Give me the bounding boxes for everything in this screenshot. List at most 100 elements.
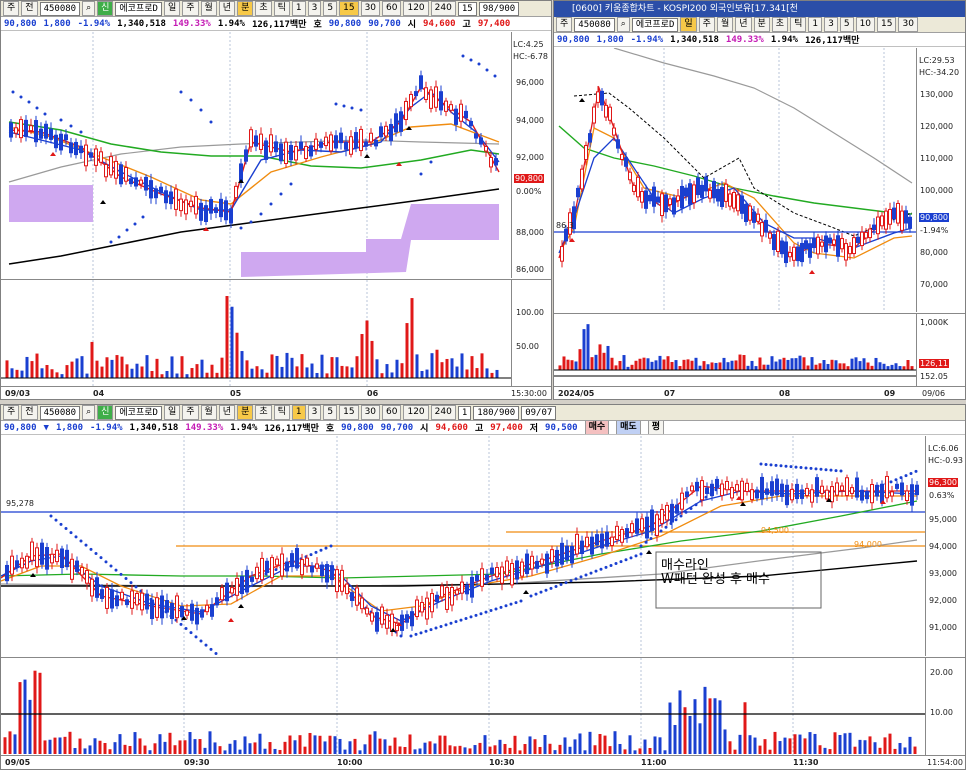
x-label: 09/03: [5, 389, 31, 398]
candle: [600, 90, 604, 106]
candle: [665, 504, 669, 521]
interval-15[interactable]: 15: [339, 1, 359, 16]
candle: [600, 533, 604, 549]
candle: [264, 140, 268, 160]
interval-10[interactable]: 10: [855, 17, 876, 32]
interval-60[interactable]: 60: [382, 1, 402, 16]
tab-day[interactable]: 일: [163, 405, 181, 420]
daily-price-chart[interactable]: [554, 48, 916, 312]
interval-60[interactable]: 60: [382, 405, 402, 420]
tab-second[interactable]: 초: [255, 1, 272, 16]
candle: [850, 487, 854, 494]
interval-3[interactable]: 3: [307, 405, 322, 420]
tab-week[interactable]: 주: [698, 17, 715, 32]
sar-dot: [664, 525, 668, 529]
interval-120[interactable]: 120: [403, 1, 429, 16]
candle: [215, 597, 219, 606]
candle: [680, 185, 684, 209]
interval-5[interactable]: 5: [323, 1, 338, 16]
interval-1[interactable]: 1: [291, 405, 306, 420]
type-button[interactable]: 주: [556, 17, 573, 32]
interval-3[interactable]: 3: [824, 17, 838, 32]
buy-button[interactable]: 매수: [584, 421, 610, 434]
price-chart[interactable]: [1, 32, 511, 278]
intraday-price-chart[interactable]: [1, 436, 925, 656]
x-label: 10:00: [337, 758, 363, 767]
time-label: 15:30:00: [511, 389, 547, 398]
sell-button[interactable]: 매도: [616, 421, 641, 434]
volume-chart[interactable]: [1, 279, 511, 387]
interval-5[interactable]: 5: [839, 17, 854, 32]
tab-week[interactable]: 주: [182, 1, 199, 16]
tab-year[interactable]: 년: [218, 1, 236, 16]
tab-week[interactable]: 주: [182, 405, 199, 420]
tab-year[interactable]: 년: [735, 17, 752, 32]
interval-15[interactable]: 15: [339, 405, 359, 420]
interval-240[interactable]: 240: [430, 1, 456, 16]
count-input[interactable]: 15: [457, 1, 477, 16]
stock-code-input[interactable]: 450080: [39, 405, 81, 420]
tab-year[interactable]: 년: [218, 405, 236, 420]
tab-second[interactable]: 초: [255, 405, 272, 420]
y-label: 92,000: [516, 153, 544, 162]
sin-button[interactable]: 신: [97, 405, 114, 420]
period-button[interactable]: 전: [21, 405, 38, 420]
volume-bar: [654, 360, 658, 370]
candle: [120, 591, 124, 600]
x-label: 11:00: [641, 758, 667, 767]
candle: [359, 128, 363, 152]
candle: [309, 145, 313, 157]
candle: [344, 141, 348, 150]
interval-1[interactable]: 1: [808, 17, 823, 32]
volume-bar: [723, 729, 727, 754]
y-label: 94,000: [516, 116, 544, 125]
volume-bar: [143, 745, 147, 754]
interval-15[interactable]: 15: [877, 17, 897, 32]
candle: [140, 592, 144, 611]
stock-code-input[interactable]: 450080: [39, 1, 81, 16]
tab-month[interactable]: 월: [716, 17, 734, 32]
type-button[interactable]: 주: [3, 405, 20, 420]
tab-day[interactable]: 일: [163, 1, 181, 16]
daily-volume-chart[interactable]: [554, 313, 916, 386]
volume-bar: [208, 731, 212, 754]
tab-day[interactable]: 일: [680, 17, 697, 32]
y-label: 86,000: [516, 265, 544, 274]
count-input[interactable]: 1: [457, 405, 472, 420]
interval-30[interactable]: 30: [360, 1, 381, 16]
candle: [710, 483, 714, 497]
search-icon[interactable]: ⌕: [82, 1, 96, 16]
tab-minute[interactable]: 분: [237, 1, 254, 16]
tab-month[interactable]: 월: [200, 1, 217, 16]
interval-240[interactable]: 240: [430, 405, 456, 420]
stock-code-input[interactable]: 450080: [574, 17, 615, 32]
candle: [469, 120, 473, 127]
volume-bar: [270, 354, 274, 378]
interval-1[interactable]: 1: [291, 1, 306, 16]
tab-tick[interactable]: 틱: [790, 17, 807, 32]
search-icon[interactable]: ⌕: [82, 405, 96, 420]
tab-tick[interactable]: 틱: [273, 1, 290, 16]
intraday-volume-chart[interactable]: [1, 657, 925, 756]
flat-button[interactable]: 평: [647, 421, 664, 434]
type-button[interactable]: 주: [3, 1, 20, 16]
interval-5[interactable]: 5: [323, 405, 338, 420]
tab-second[interactable]: 초: [771, 17, 789, 32]
candle: [160, 595, 164, 619]
volume-bar: [814, 364, 818, 370]
sin-button[interactable]: 신: [97, 1, 114, 16]
interval-120[interactable]: 120: [403, 405, 429, 420]
date-display[interactable]: 09/07: [521, 405, 557, 420]
volume-bar: [670, 361, 674, 370]
period-button[interactable]: 전: [21, 1, 38, 16]
tab-minute[interactable]: 분: [753, 17, 770, 32]
search-icon[interactable]: ⌕: [616, 17, 630, 32]
tab-month[interactable]: 월: [200, 405, 217, 420]
candle: [575, 533, 579, 555]
candle: [788, 252, 792, 258]
tab-tick[interactable]: 틱: [273, 405, 290, 420]
interval-30[interactable]: 30: [360, 405, 381, 420]
interval-3[interactable]: 3: [307, 1, 322, 16]
tab-minute[interactable]: 분: [237, 405, 254, 420]
interval-30[interactable]: 30: [898, 17, 918, 32]
